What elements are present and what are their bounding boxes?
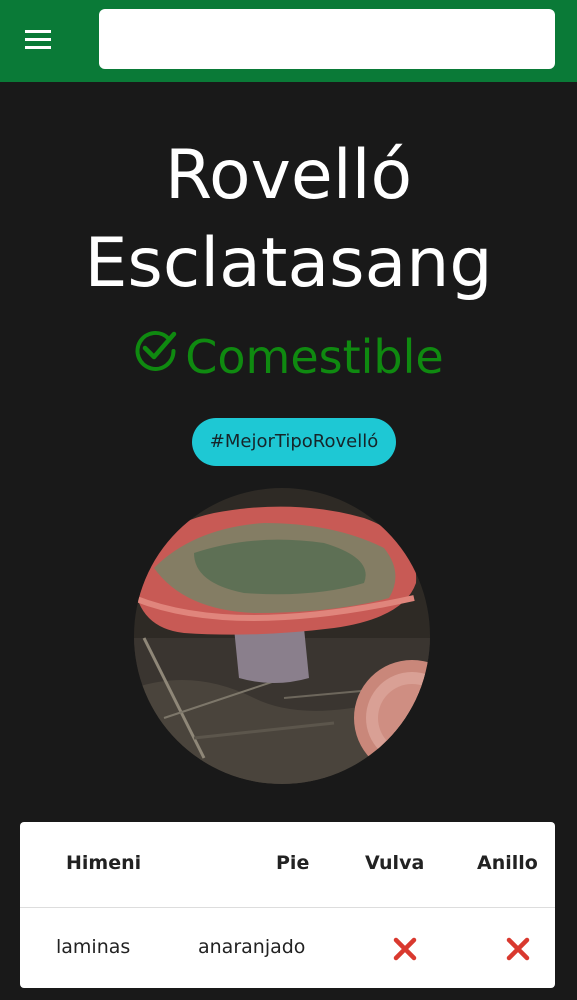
table-divider xyxy=(20,907,555,908)
hashtag-chip[interactable]: #MejorTipoRovelló xyxy=(192,418,396,466)
search-input[interactable] xyxy=(99,9,555,69)
mushroom-photo xyxy=(134,488,430,784)
species-title: Rovelló Esclatasang xyxy=(0,132,577,308)
header-vulva: Vulva xyxy=(365,852,425,874)
top-app-bar xyxy=(0,0,577,82)
hamburger-menu-icon[interactable] xyxy=(20,24,58,56)
color-value: anaranjado xyxy=(198,936,306,958)
header-pie: Pie xyxy=(276,852,310,874)
cross-mark-icon xyxy=(504,935,532,963)
himeni-value: laminas xyxy=(56,936,131,958)
edibility-label: Comestible xyxy=(185,330,444,384)
features-table: Himeni Pie Vulva Anillo laminas anaranja… xyxy=(20,822,555,988)
edibility-status: Comestible xyxy=(0,326,577,388)
species-name-line2: Esclatasang xyxy=(84,224,493,303)
header-himeni: Himeni xyxy=(66,852,142,874)
cross-mark-icon xyxy=(391,935,419,963)
species-name-line1: Rovelló xyxy=(164,136,413,215)
header-anillo: Anillo xyxy=(477,852,538,874)
check-circle-icon xyxy=(133,330,185,372)
